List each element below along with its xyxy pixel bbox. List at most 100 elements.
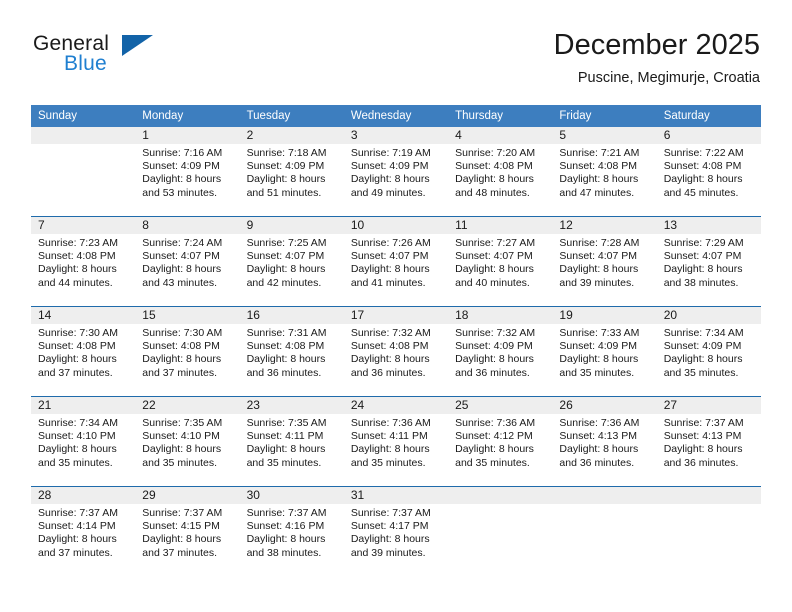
day-cell-inner [448, 487, 553, 576]
calendar-day-cell[interactable]: 30 Sunrise: 7:37 AM Sunset: 4:16 PM Dayligh… [239, 486, 344, 576]
calendar-day-cell[interactable]: 22 Sunrise: 7:35 AM Sunset: 4:10 PM Dayligh… [135, 396, 240, 487]
sunset-text: Sunset: 4:07 PM [142, 250, 220, 263]
calendar-day-cell[interactable]: 24 Sunrise: 7:36 AM Sunset: 4:11 PM Dayligh… [343, 396, 449, 487]
daylight-text-line1: Daylight: 8 hours [142, 443, 222, 456]
day-cell-details: Sunrise: 7:36 AM Sunset: 4:11 PM Daylight:… [344, 414, 448, 470]
day-cell-details: Sunrise: 7:24 AM Sunset: 4:07 PM Daylight:… [135, 234, 239, 290]
brand-logo[interactable]: General Blue [31, 32, 211, 88]
calendar-day-cell[interactable]: 21 Sunrise: 7:34 AM Sunset: 4:10 PM Dayligh… [31, 396, 136, 487]
calendar-day-cell[interactable]: 23 Sunrise: 7:35 AM Sunset: 4:11 PM Dayligh… [239, 396, 344, 487]
day-cell-inner: 28 Sunrise: 7:37 AM Sunset: 4:14 PM Dayligh… [31, 487, 136, 576]
calendar-day-cell[interactable]: 15 Sunrise: 7:30 AM Sunset: 4:08 PM Dayligh… [135, 306, 240, 397]
day-cell-details: Sunrise: 7:32 AM Sunset: 4:09 PM Daylight:… [448, 324, 552, 380]
sunset-text: Sunset: 4:08 PM [663, 160, 742, 173]
day-number: 23 [239, 397, 344, 414]
daylight-text-line1: Daylight: 8 hours [246, 533, 326, 546]
calendar-header-row: Sunday Monday Tuesday Wednesday Thursday… [31, 105, 761, 127]
daylight-text-line1: Daylight: 8 hours [455, 353, 534, 366]
day-number: 18 [448, 307, 553, 324]
sunset-text: Sunset: 4:08 PM [559, 160, 638, 173]
day-cell-details: Sunrise: 7:36 AM Sunset: 4:13 PM Daylight:… [552, 414, 656, 470]
day-cell-details: Sunrise: 7:29 AM Sunset: 4:07 PM Daylight:… [657, 234, 761, 290]
daylight-text-line1: Daylight: 8 hours [663, 353, 743, 366]
day-number: 3 [343, 127, 449, 144]
sunrise-text: Sunrise: 7:24 AM [142, 237, 223, 249]
calendar-day-cell[interactable]: 4 Sunrise: 7:20 AM Sunset: 4:08 PM Daylight… [448, 127, 553, 217]
calendar-day-cell[interactable]: 1 Sunrise: 7:16 AM Sunset: 4:09 PM Daylight… [135, 127, 240, 217]
calendar-day-cell[interactable]: 25 Sunrise: 7:36 AM Sunset: 4:12 PM Dayligh… [448, 396, 553, 487]
calendar-day-cell[interactable]: 12 Sunrise: 7:28 AM Sunset: 4:07 PM Dayligh… [552, 216, 657, 307]
weekday-header-friday: Friday [552, 105, 657, 127]
calendar-day-cell[interactable]: 20 Sunrise: 7:34 AM Sunset: 4:09 PM Dayligh… [656, 306, 761, 397]
daylight-text-line1: Daylight: 8 hours [38, 263, 117, 276]
calendar-day-cell[interactable]: 5 Sunrise: 7:21 AM Sunset: 4:08 PM Daylight… [552, 127, 657, 217]
day-number: 4 [448, 127, 553, 144]
day-cell-details: Sunrise: 7:37 AM Sunset: 4:14 PM Daylight:… [31, 504, 135, 560]
daylight-text-line2: and 38 minutes. [246, 546, 322, 559]
calendar-day-cell[interactable]: 16 Sunrise: 7:31 AM Sunset: 4:08 PM Dayligh… [239, 306, 344, 397]
daylight-text-line2: and 39 minutes. [350, 546, 426, 559]
calendar-day-cell[interactable]: 6 Sunrise: 7:22 AM Sunset: 4:08 PM Daylight… [656, 127, 761, 217]
daylight-text-line1: Daylight: 8 hours [455, 263, 534, 276]
calendar-day-cell[interactable]: 2 Sunrise: 7:18 AM Sunset: 4:09 PM Daylight… [239, 127, 344, 217]
calendar-day-cell[interactable]: 26 Sunrise: 7:36 AM Sunset: 4:13 PM Dayligh… [552, 396, 657, 487]
day-cell-inner: 22 Sunrise: 7:35 AM Sunset: 4:10 PM Dayligh… [135, 397, 240, 486]
day-cell-inner [31, 127, 136, 216]
calendar-day-cell[interactable]: 14 Sunrise: 7:30 AM Sunset: 4:08 PM Dayligh… [31, 306, 136, 397]
daylight-text-line2: and 44 minutes. [38, 276, 113, 289]
daylight-text-line2: and 36 minutes. [350, 366, 426, 379]
calendar-day-cell[interactable]: 7 Sunrise: 7:23 AM Sunset: 4:08 PM Daylight… [31, 216, 136, 307]
sunrise-text: Sunrise: 7:29 AM [663, 237, 744, 249]
day-cell-inner: 11 Sunrise: 7:27 AM Sunset: 4:07 PM Dayligh… [448, 217, 553, 306]
day-cell-inner: 7 Sunrise: 7:23 AM Sunset: 4:08 PM Daylight… [31, 217, 136, 306]
calendar-day-cell[interactable]: 3 Sunrise: 7:19 AM Sunset: 4:09 PM Daylight… [343, 127, 449, 217]
daylight-text-line2: and 38 minutes. [663, 276, 739, 289]
sunset-text: Sunset: 4:09 PM [559, 340, 638, 353]
day-cell-inner: 31 Sunrise: 7:37 AM Sunset: 4:17 PM Dayligh… [343, 487, 449, 576]
page-title: December 2025 [553, 29, 760, 61]
calendar-day-cell[interactable]: 28 Sunrise: 7:37 AM Sunset: 4:14 PM Dayligh… [31, 486, 136, 576]
weekday-header-tuesday: Tuesday [239, 105, 344, 127]
daylight-text-line2: and 39 minutes. [559, 276, 635, 289]
calendar-day-cell[interactable]: 17 Sunrise: 7:32 AM Sunset: 4:08 PM Dayligh… [343, 306, 449, 397]
day-number: 5 [552, 127, 657, 144]
calendar-day-cell[interactable]: 29 Sunrise: 7:37 AM Sunset: 4:15 PM Dayligh… [135, 486, 240, 576]
calendar-day-cell[interactable]: 27 Sunrise: 7:37 AM Sunset: 4:13 PM Dayligh… [656, 396, 761, 487]
day-cell-inner: 14 Sunrise: 7:30 AM Sunset: 4:08 PM Dayligh… [31, 307, 136, 396]
day-number: 30 [239, 487, 344, 504]
page-header: General Blue December 2025 Puscine, Megi… [31, 28, 760, 96]
calendar-day-cell[interactable]: 10 Sunrise: 7:26 AM Sunset: 4:07 PM Dayligh… [343, 216, 449, 307]
sunset-text: Sunset: 4:08 PM [350, 340, 429, 353]
day-cell-details: Sunrise: 7:35 AM Sunset: 4:10 PM Daylight:… [135, 414, 239, 470]
calendar-day-cell[interactable]: 9 Sunrise: 7:25 AM Sunset: 4:07 PM Daylight… [239, 216, 344, 307]
sunrise-text: Sunrise: 7:34 AM [38, 417, 118, 429]
sunset-text: Sunset: 4:16 PM [246, 520, 325, 533]
calendar-day-cell[interactable]: 19 Sunrise: 7:33 AM Sunset: 4:09 PM Dayligh… [552, 306, 657, 397]
day-number [448, 487, 553, 504]
calendar-day-cell[interactable]: 31 Sunrise: 7:37 AM Sunset: 4:17 PM Dayligh… [343, 486, 449, 576]
weekday-header-thursday: Thursday [448, 105, 553, 127]
sunset-text: Sunset: 4:12 PM [455, 430, 533, 443]
day-number: 24 [343, 397, 449, 414]
daylight-text-line2: and 35 minutes. [455, 456, 530, 469]
calendar-day-cell[interactable]: 11 Sunrise: 7:27 AM Sunset: 4:07 PM Dayligh… [448, 216, 553, 307]
day-number: 2 [239, 127, 344, 144]
day-number: 31 [343, 487, 449, 504]
calendar-day-cell[interactable]: 13 Sunrise: 7:29 AM Sunset: 4:07 PM Dayligh… [656, 216, 761, 307]
day-cell-details: Sunrise: 7:23 AM Sunset: 4:08 PM Daylight:… [31, 234, 135, 290]
day-number: 14 [31, 307, 136, 324]
daylight-text-line1: Daylight: 8 hours [455, 173, 534, 186]
day-cell-details: Sunrise: 7:31 AM Sunset: 4:08 PM Daylight:… [240, 324, 344, 380]
day-cell-inner: 1 Sunrise: 7:16 AM Sunset: 4:09 PM Daylight… [135, 127, 240, 216]
day-cell-inner: 17 Sunrise: 7:32 AM Sunset: 4:08 PM Dayligh… [343, 307, 449, 396]
sunset-text: Sunset: 4:17 PM [350, 520, 429, 533]
sunset-text: Sunset: 4:08 PM [142, 340, 220, 353]
calendar-day-cell[interactable]: 18 Sunrise: 7:32 AM Sunset: 4:09 PM Dayligh… [448, 306, 553, 397]
day-cell-details: Sunrise: 7:30 AM Sunset: 4:08 PM Daylight:… [31, 324, 135, 380]
daylight-text-line1: Daylight: 8 hours [246, 443, 326, 456]
day-cell-details: Sunrise: 7:16 AM Sunset: 4:09 PM Daylight:… [135, 144, 239, 200]
calendar-day-cell[interactable]: 8 Sunrise: 7:24 AM Sunset: 4:07 PM Daylight… [135, 216, 240, 307]
day-cell-inner: 30 Sunrise: 7:37 AM Sunset: 4:16 PM Dayligh… [239, 487, 344, 576]
day-number: 27 [656, 397, 761, 414]
day-number: 1 [135, 127, 240, 144]
